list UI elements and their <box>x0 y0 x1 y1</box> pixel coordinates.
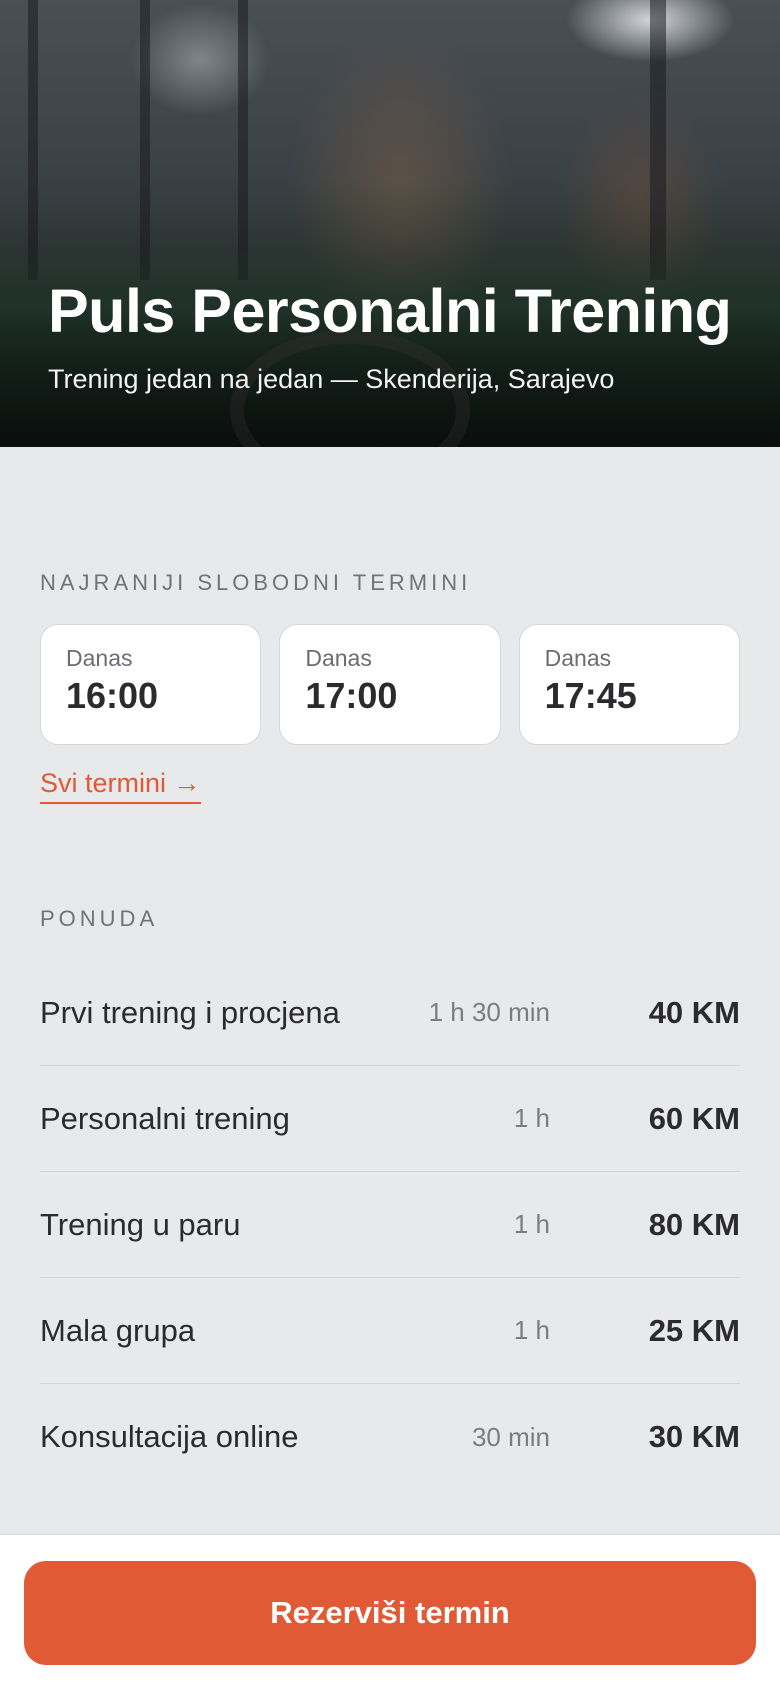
offer-price: 60 KM <box>648 1100 740 1136</box>
offer-price: 40 KM <box>648 994 740 1030</box>
slot-day: Danas <box>544 645 612 671</box>
slot-time: 16:00 <box>66 675 159 716</box>
offer-duration: 1 h <box>513 1209 550 1239</box>
slot-time: 17:00 <box>305 675 398 716</box>
slot-list: Danas 16:00 Danas 17:00 Danas 17:45 <box>40 624 740 745</box>
offer-duration: 1 h <box>513 1103 550 1133</box>
slot-card[interactable]: Danas 16:00 <box>40 624 262 745</box>
offer-price: 30 KM <box>648 1419 740 1454</box>
slot-day: Danas <box>305 645 372 671</box>
offer-row[interactable]: Personalni trening 1 h 60 KM <box>40 1066 740 1172</box>
offer-row[interactable]: Trening u paru 1 h 80 KM <box>40 1172 740 1278</box>
offer-list: Prvi trening i procjena 1 h 30 min 40 KM… <box>40 960 740 1490</box>
offer-price: 80 KM <box>648 1206 740 1242</box>
offer-price: 25 KM <box>648 1312 740 1348</box>
hero-banner: Puls Personalni Trening Trening jedan na… <box>0 0 780 447</box>
slot-time: 17:45 <box>544 675 637 716</box>
offers-section-label: PONUDA <box>40 906 159 931</box>
offer-duration: 30 min <box>471 1421 550 1452</box>
offer-name: Mala grupa <box>40 1312 196 1348</box>
book-appointment-button[interactable]: Rezerviši termin <box>24 1561 756 1665</box>
slot-card[interactable]: Danas 17:00 <box>279 624 501 745</box>
offer-row[interactable]: Mala grupa 1 h 25 KM <box>40 1278 740 1384</box>
offer-name: Personalni trening <box>40 1100 290 1136</box>
page-title: Puls Personalni Trening <box>48 277 732 345</box>
offer-row[interactable]: Konsultacija online 30 min 30 KM <box>40 1384 740 1490</box>
offer-duration: 1 h 30 min <box>428 997 550 1027</box>
offer-row[interactable]: Prvi trening i procjena 1 h 30 min 40 KM <box>40 960 740 1066</box>
offer-name: Trening u paru <box>40 1206 241 1242</box>
bottom-action-bar: Rezerviši termin <box>0 1534 780 1688</box>
page-subtitle: Trening jedan na jedan — Skenderija, Sar… <box>48 364 615 394</box>
slot-day: Danas <box>66 645 133 671</box>
slots-section-label: NAJRANIJI SLOBODNI TERMINI <box>40 570 472 595</box>
offer-duration: 1 h <box>513 1315 550 1345</box>
offer-name: Prvi trening i procjena <box>40 994 340 1030</box>
slot-card[interactable]: Danas 17:45 <box>518 624 740 745</box>
offer-name: Konsultacija online <box>40 1419 299 1454</box>
all-slots-link[interactable]: Svi termini → <box>40 768 201 804</box>
